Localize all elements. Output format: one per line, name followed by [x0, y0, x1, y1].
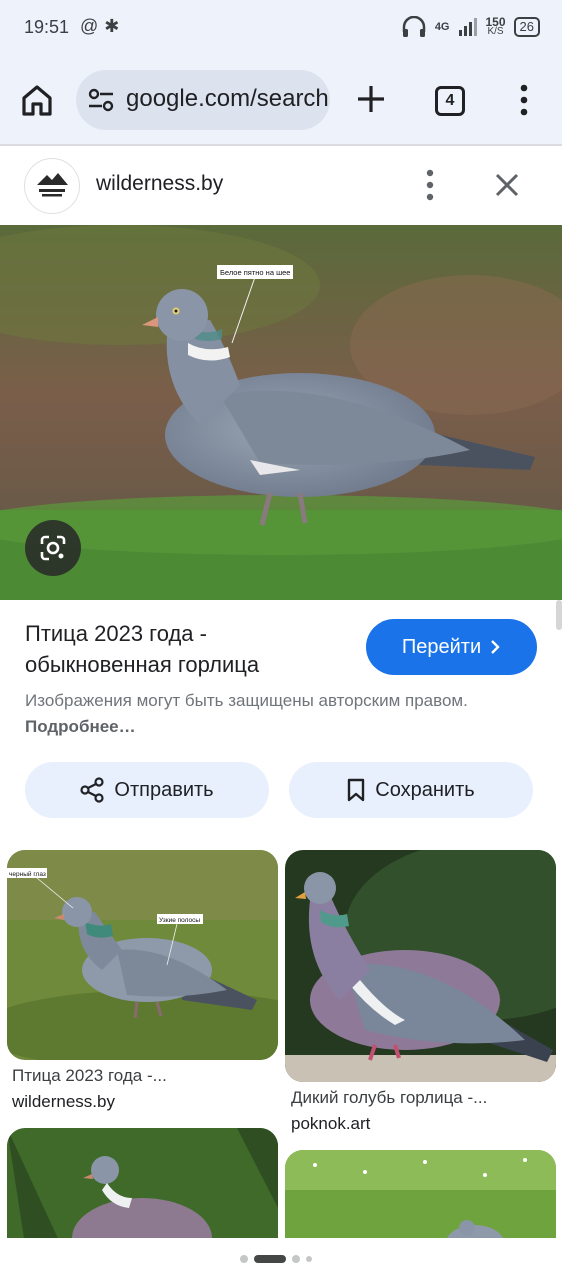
related-1-source[interactable]: wilderness.by — [12, 1092, 115, 1112]
share-icon — [80, 777, 105, 803]
net-speed-unit: K/S — [487, 26, 504, 37]
battery-icon: 26 — [513, 17, 540, 37]
new-tab-icon[interactable] — [356, 84, 386, 114]
preview-image[interactable]: Белое пятно на шее — [0, 225, 562, 600]
signal-icon — [458, 18, 477, 36]
address-bar[interactable]: google.com/search — [76, 70, 330, 130]
learn-more-link[interactable]: Подробнее… — [25, 717, 136, 736]
related-2-source[interactable]: poknok.art — [291, 1114, 370, 1134]
chevron-right-icon — [491, 640, 500, 654]
hero-annotation: Белое пятно на шее — [220, 268, 290, 277]
result-title[interactable]: Птица 2023 года - обыкновенная горлица — [25, 618, 345, 680]
page-dot — [306, 1256, 312, 1262]
site-more-icon[interactable] — [420, 168, 440, 202]
site-logo[interactable] — [24, 158, 80, 214]
page-dot-active — [254, 1255, 286, 1263]
pigeon-photo: Белое пятно на шее — [0, 225, 562, 600]
lens-button[interactable] — [25, 520, 81, 576]
site-settings-icon[interactable] — [88, 88, 114, 112]
browser-toolbar: google.com/search 4 — [0, 56, 562, 144]
copyright-notice: Изображения могут быть защищены авторски… — [25, 688, 525, 740]
page-dot — [240, 1255, 248, 1263]
save-button[interactable]: Сохранить — [289, 762, 533, 818]
status-bar: 19:51 @✱ 4G 150 K/S 26 — [0, 0, 562, 56]
related-photo-2 — [285, 850, 556, 1082]
network-type: 4G — [434, 21, 450, 33]
lens-icon — [40, 535, 66, 561]
source-header: wilderness.by — [0, 146, 562, 226]
threads-icon: @ — [80, 16, 105, 36]
related-2-title[interactable]: Дикий голубь горлица -... — [291, 1088, 487, 1108]
related-1-annotation-1: черный глаз — [9, 870, 46, 878]
headphones-icon — [402, 16, 426, 37]
home-icon[interactable] — [20, 83, 54, 117]
visit-button-label: Перейти — [401, 635, 482, 658]
copyright-text: Изображения могут быть защищены авторски… — [25, 691, 468, 710]
pinwheel-icon: ✱ — [104, 16, 126, 36]
save-button-label: Сохранить — [375, 778, 475, 801]
page-indicator — [240, 1255, 312, 1263]
scrollbar[interactable] — [556, 600, 562, 630]
related-1-title[interactable]: Птица 2023 года -... — [12, 1066, 167, 1086]
page-dot — [292, 1255, 300, 1263]
related-photo-1: черный глаз Узкие полосы — [7, 850, 278, 1060]
url-text[interactable]: google.com/search — [126, 85, 329, 113]
share-button-label: Отправить — [114, 778, 214, 801]
related-image-1[interactable]: черный глаз Узкие полосы — [7, 850, 278, 1060]
net-speed: 150 K/S — [486, 16, 506, 37]
visit-button[interactable]: Перейти — [366, 619, 537, 675]
related-image-2[interactable] — [285, 850, 556, 1082]
site-logo-image — [37, 173, 68, 197]
bookmark-icon — [348, 778, 365, 802]
notification-icons: @✱ — [80, 16, 125, 37]
status-time: 19:51 — [24, 17, 70, 37]
share-button[interactable]: Отправить — [25, 762, 269, 818]
status-right: 4G 150 K/S 26 — [401, 16, 540, 38]
related-1-annotation-2: Узкие полосы — [159, 917, 200, 924]
close-icon[interactable] — [492, 170, 522, 200]
site-name[interactable]: wilderness.by — [96, 172, 223, 196]
tab-switcher-button[interactable]: 4 — [435, 86, 465, 116]
more-options-icon[interactable] — [514, 84, 534, 116]
